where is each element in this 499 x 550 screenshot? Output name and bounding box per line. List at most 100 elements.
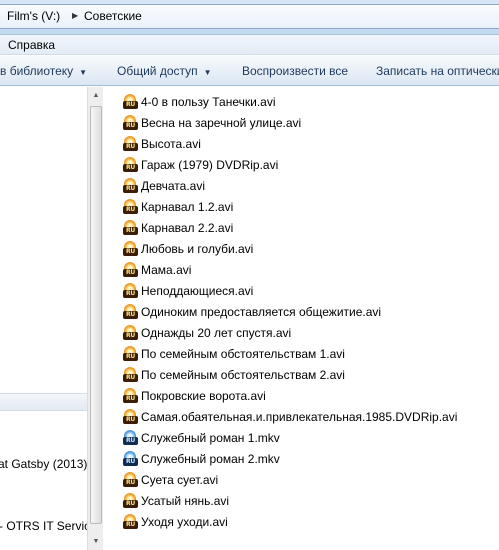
file-icon-badge: RU: [123, 394, 138, 403]
file-name: Девчата.avi: [141, 178, 206, 193]
file-icon-badge: RU: [123, 247, 138, 256]
file-icon-badge: RU: [123, 499, 138, 508]
file-item[interactable]: RU Весна на заречной улице.avi: [122, 112, 301, 133]
file-item[interactable]: RU Уходя уходи.avi: [122, 511, 228, 532]
file-name: Любовь и голуби.avi: [141, 241, 254, 256]
menu-bar: Справка: [0, 35, 499, 55]
file-item[interactable]: RU Покровские ворота.avi: [122, 385, 266, 406]
media-file-icon: RU: [122, 156, 139, 173]
file-icon-badge: RU: [123, 121, 138, 130]
file-icon-badge: RU: [123, 142, 138, 151]
file-name: Гараж (1979) DVDRip.avi: [141, 157, 279, 172]
file-item[interactable]: RU Любовь и голуби.avi: [122, 238, 253, 259]
file-icon-badge: RU: [123, 205, 138, 214]
navigation-pane: at Gatsby (2013) - OTRS IT Service: [0, 87, 97, 550]
file-item[interactable]: RU Усатый нянь.avi: [122, 490, 229, 511]
media-file-icon: RU: [122, 324, 139, 341]
file-name: Мама.avi: [141, 262, 192, 277]
file-item[interactable]: RU Карнавал 1.2.avi: [122, 196, 233, 217]
file-item[interactable]: RU Одиноким предоставляется общежитие.avi: [122, 301, 381, 322]
burn-button[interactable]: Записать на оптически: [376, 64, 499, 78]
file-icon-badge: RU: [123, 415, 138, 424]
file-item[interactable]: RU Карнавал 2.2.avi: [122, 217, 233, 238]
scroll-up-icon[interactable]: ▲: [88, 87, 104, 104]
file-icon-badge: RU: [123, 436, 138, 445]
file-icon-badge: RU: [123, 226, 138, 235]
media-file-icon: RU: [122, 492, 139, 509]
file-icon-badge: RU: [123, 163, 138, 172]
command-toolbar: в библиотеку ▼ Общий доступ ▼ Воспроизвест…: [0, 56, 499, 86]
media-file-icon: RU: [122, 219, 139, 236]
file-item[interactable]: RU Однажды 20 лет спустя.avi: [122, 322, 291, 343]
file-name: Карнавал 1.2.avi: [141, 199, 234, 214]
address-bar[interactable]: Film's (V:) ▶ Советские: [0, 4, 499, 29]
media-file-icon: RU: [122, 366, 139, 383]
menu-help[interactable]: Справка: [8, 38, 55, 52]
scrollbar-thumb[interactable]: [90, 106, 102, 524]
media-file-icon: RU: [122, 240, 139, 257]
file-name: Служебный роман 1.mkv: [141, 430, 280, 445]
nav-item-gatsby[interactable]: at Gatsby (2013): [0, 457, 87, 471]
nav-item-otrs[interactable]: - OTRS IT Service: [0, 519, 97, 533]
file-item[interactable]: RU По семейным обстоятельствам 1.avi: [122, 343, 345, 364]
media-file-icon: RU: [122, 387, 139, 404]
file-item[interactable]: RU Мама.avi: [122, 259, 191, 280]
file-item[interactable]: RU 4-0 в пользу Танечки.avi: [122, 91, 276, 112]
file-name: Уходя уходи.avi: [141, 514, 228, 529]
navigation-scrollbar[interactable]: ▲ ▼: [87, 87, 103, 550]
share-button[interactable]: Общий доступ ▼: [117, 64, 212, 78]
file-item[interactable]: RU По семейным обстоятельствам 2.avi: [122, 364, 345, 385]
play-all-button[interactable]: Воспроизвести все: [242, 64, 348, 78]
media-file-icon: RU: [122, 282, 139, 299]
file-icon-badge: RU: [123, 520, 138, 529]
scroll-down-icon[interactable]: ▼: [88, 533, 104, 550]
file-item[interactable]: RU Суета сует.avi: [122, 469, 218, 490]
file-item[interactable]: RU Девчата.avi: [122, 175, 205, 196]
media-file-icon: RU: [122, 303, 139, 320]
media-file-icon: RU: [122, 177, 139, 194]
media-file-icon: RU: [122, 471, 139, 488]
chevron-down-icon: ▼: [203, 68, 212, 77]
file-name: Самая.обаятельная.и.привлекательная.1985…: [141, 409, 458, 424]
file-name: Карнавал 2.2.avi: [141, 220, 234, 235]
media-file-icon: RU: [122, 345, 139, 362]
breadcrumb-separator-icon[interactable]: ▶: [72, 11, 78, 20]
share-label: Общий доступ: [117, 64, 198, 78]
file-icon-badge: RU: [123, 373, 138, 382]
mkv-media-file-icon: RU: [122, 450, 139, 467]
file-item[interactable]: RU Неподдающиеся.avi: [122, 280, 253, 301]
media-file-icon: RU: [122, 135, 139, 152]
add-to-library-button[interactable]: в библиотеку ▼: [0, 64, 87, 78]
file-item[interactable]: RU Самая.обаятельная.и.привлекательная.19…: [122, 406, 457, 427]
file-name: 4-0 в пользу Танечки.avi: [141, 94, 276, 109]
file-item[interactable]: RU Служебный роман 1.mkv: [122, 427, 280, 448]
file-icon-badge: RU: [123, 331, 138, 340]
media-file-icon: RU: [122, 261, 139, 278]
file-icon-badge: RU: [123, 268, 138, 277]
file-name: Суета сует.avi: [141, 472, 219, 487]
file-name: Служебный роман 2.mkv: [141, 451, 280, 466]
file-name: По семейным обстоятельствам 2.avi: [141, 367, 345, 382]
chevron-down-icon: ▼: [79, 68, 88, 77]
file-icon-badge: RU: [123, 289, 138, 298]
file-icon-badge: RU: [123, 184, 138, 193]
file-icon-badge: RU: [123, 310, 138, 319]
file-name: Одиноким предоставляется общежитие.avi: [141, 304, 382, 319]
file-name: Высота.avi: [141, 136, 201, 151]
breadcrumb-folder[interactable]: Советские: [84, 9, 142, 23]
file-item[interactable]: RU Гараж (1979) DVDRip.avi: [122, 154, 278, 175]
navigation-separator: [0, 393, 87, 411]
breadcrumb-drive[interactable]: Film's (V:): [7, 9, 60, 23]
file-icon-badge: RU: [123, 100, 138, 109]
mkv-media-file-icon: RU: [122, 429, 139, 446]
file-item[interactable]: RU Высота.avi: [122, 133, 201, 154]
file-icon-badge: RU: [123, 478, 138, 487]
file-name: По семейным обстоятельствам 1.avi: [141, 346, 345, 361]
file-item[interactable]: RU Служебный роман 2.mkv: [122, 448, 280, 469]
media-file-icon: RU: [122, 93, 139, 110]
media-file-icon: RU: [122, 408, 139, 425]
address-bar-area: Film's (V:) ▶ Советские: [0, 0, 499, 35]
file-name: Неподдающиеся.avi: [141, 283, 254, 298]
media-file-icon: RU: [122, 513, 139, 530]
file-name: Однажды 20 лет спустя.avi: [141, 325, 292, 340]
